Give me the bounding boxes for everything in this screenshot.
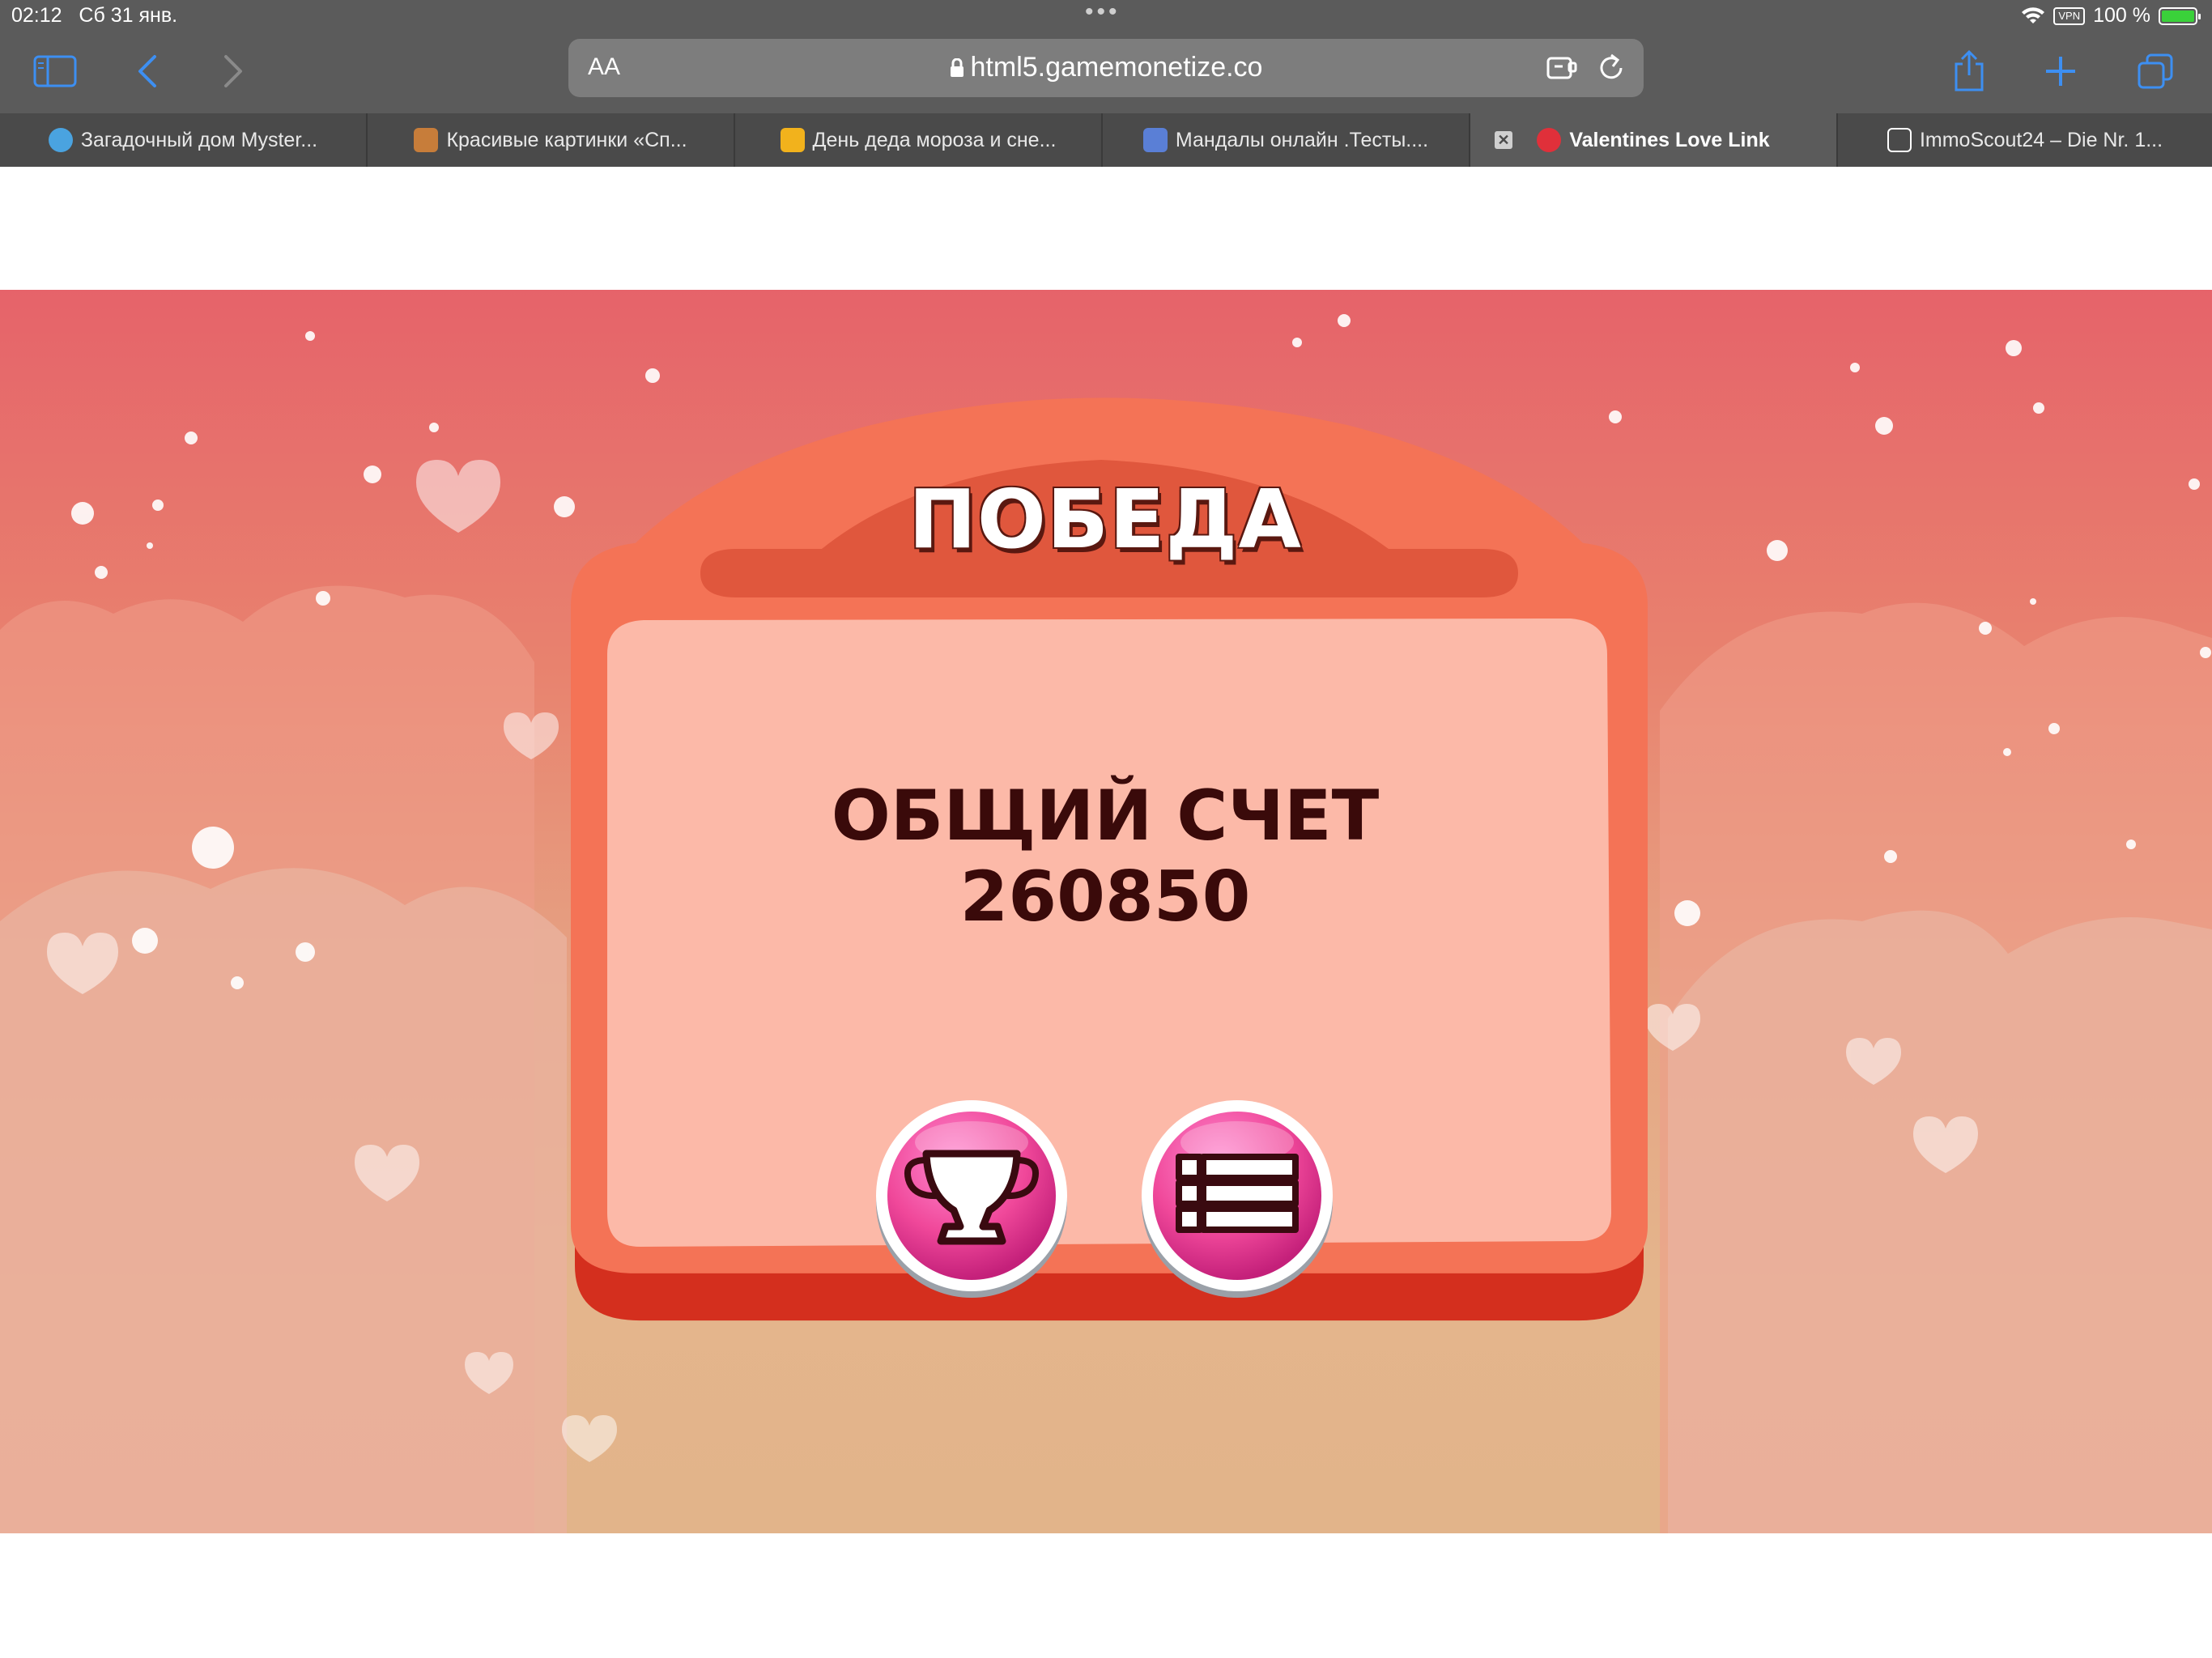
tab-bar: Загадочный дом Myster... Красивые картин… [0, 113, 2212, 167]
wifi-icon [2022, 6, 2045, 23]
reload-icon[interactable] [1593, 50, 1629, 86]
tab-mandalas[interactable]: Мандалы онлайн .Тесты.... [1103, 113, 1470, 167]
tab-overview-icon[interactable] [2131, 47, 2180, 96]
status-indicators: VPN 100 % [2021, 4, 2201, 28]
back-icon[interactable] [123, 47, 172, 96]
status-date: Сб 31 янв. [79, 4, 178, 27]
vpn-badge: VPN [2053, 6, 2086, 25]
new-tab-icon[interactable] [2036, 47, 2085, 96]
heart-favicon-icon [1537, 128, 1562, 152]
tab-label: Мандалы онлайн .Тесты.... [1175, 128, 1429, 151]
tab-label: Красивые картинки «Сп... [446, 128, 687, 151]
extensions-icon[interactable] [1545, 50, 1580, 86]
multitasking-dots-icon[interactable]: ••• [1085, 0, 1121, 26]
total-score-label: ОБЩИЙ СЧЕТ [831, 776, 1380, 857]
status-time-date: 02:12 Сб 31 янв. [11, 4, 177, 28]
battery-percent: 100 % [2093, 4, 2150, 27]
tab-beautiful-pictures[interactable]: Красивые картинки «Сп... [368, 113, 735, 167]
levels-menu-button[interactable] [1142, 1097, 1333, 1298]
picture-favicon-icon [414, 128, 439, 152]
battery-icon [2159, 6, 2201, 25]
tab-label: Valentines Love Link [1569, 128, 1770, 151]
page-bottom-margin [0, 1533, 2212, 1658]
url-text: html5.gamemonetize.co [970, 52, 1263, 83]
tab-grandfather-frost[interactable]: День деда мороза и сне... [735, 113, 1103, 167]
sidebar-icon[interactable] [31, 47, 79, 96]
total-score-value: 260850 [959, 857, 1251, 937]
tab-mystery-house[interactable]: Загадочный дом Myster... [0, 113, 368, 167]
share-icon[interactable] [1945, 47, 1993, 96]
url-display[interactable]: html5.gamemonetize.co [568, 52, 1644, 83]
tab-label: ImmoScout24 – Die Nr. 1... [1919, 128, 2163, 151]
mandala-favicon-icon [1142, 128, 1168, 152]
game-canvas[interactable]: ПОБЕДА ОБЩИЙ СЧЕТ 260850 [0, 290, 2212, 1533]
immoscout-favicon-icon [1887, 128, 1912, 152]
tab-immoscout24[interactable]: ImmoScout24 – Die Nr. 1... [1838, 113, 2212, 167]
status-bar: 02:12 Сб 31 янв. ••• VPN 100 % [0, 0, 2212, 32]
leaderboard-button[interactable] [876, 1097, 1067, 1298]
tab-label: День деда мороза и сне... [812, 128, 1057, 151]
list-icon [1176, 1154, 1299, 1233]
tab-valentines-love-link[interactable]: ✕ Valentines Love Link [1470, 113, 1838, 167]
globe-favicon-icon [48, 128, 73, 152]
tab-label: Загадочный дом Myster... [80, 128, 318, 151]
browser-toolbar: AA html5.gamemonetize.co [0, 32, 2212, 113]
lock-icon [950, 57, 963, 77]
forward-icon[interactable] [209, 47, 257, 96]
status-time: 02:12 [11, 4, 62, 27]
victory-title: ПОБЕДА [908, 472, 1302, 567]
address-bar[interactable]: AA html5.gamemonetize.co [568, 39, 1644, 97]
close-tab-icon[interactable]: ✕ [1495, 131, 1512, 149]
image-favicon-icon [780, 128, 805, 152]
